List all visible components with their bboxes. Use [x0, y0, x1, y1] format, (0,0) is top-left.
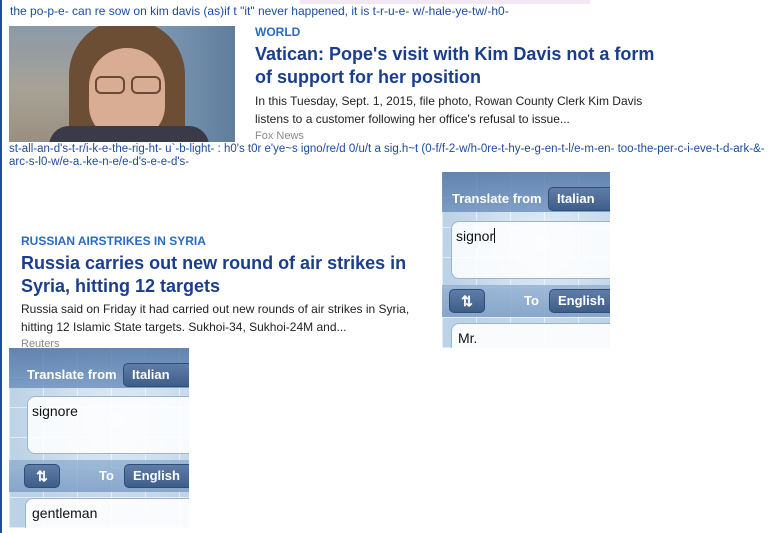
- translation-output: gentleman: [25, 498, 189, 528]
- photo-glasses-right: [131, 76, 161, 94]
- source-text-input[interactable]: signor: [451, 221, 610, 279]
- left-border: [0, 0, 2, 533]
- swap-arrows-icon: ⇅: [36, 468, 48, 484]
- article1-kicker[interactable]: WORLD: [255, 25, 300, 39]
- article2-summary: Russia said on Friday it had carried out…: [21, 302, 410, 334]
- swap-languages-button[interactable]: ⇅: [449, 289, 485, 313]
- translation-output: Mr.: [451, 323, 610, 348]
- source-text-value: signore: [32, 403, 78, 419]
- source-text-input[interactable]: signore: [27, 396, 189, 454]
- to-language-select[interactable]: English: [124, 464, 189, 488]
- translate-to-label: To: [99, 468, 114, 483]
- article1-summary: In this Tuesday, Sept. 1, 2015, file pho…: [255, 94, 643, 126]
- source-text-value: signor: [456, 228, 495, 244]
- photo-glasses-left: [95, 76, 125, 94]
- article1-source: Fox News: [255, 130, 304, 142]
- translate-to-label: To: [524, 293, 539, 308]
- article-photo[interactable]: [9, 26, 235, 142]
- to-language-select[interactable]: English: [549, 289, 610, 313]
- tagline-text: the po-p-e- can re sow on kim davis (as)…: [10, 4, 509, 18]
- article2-kicker[interactable]: RUSSIAN AIRSTRIKES IN SYRIA: [21, 234, 206, 248]
- article2-headline[interactable]: Russia carries out new round of air stri…: [21, 252, 441, 298]
- swap-arrows-icon: ⇅: [461, 293, 473, 309]
- from-language-select[interactable]: Italian: [123, 363, 189, 387]
- translate-from-label: Translate from: [452, 191, 542, 206]
- text-cursor: [494, 228, 496, 243]
- swap-languages-button[interactable]: ⇅: [24, 464, 60, 488]
- photo-shirt: [49, 126, 209, 142]
- article1-headline[interactable]: Vatican: Pope's visit with Kim Davis not…: [255, 43, 675, 89]
- translator-widget-top: Translate from Italian signor ⇅ To Engli…: [442, 172, 610, 348]
- translator-widget-bottom: Translate from Italian signore ⇅ To Engl…: [9, 348, 189, 528]
- long-tagline-text: st-all-an-d's-t-r/i-k-e-the-rig-ht- u`-b…: [9, 143, 765, 168]
- from-language-select[interactable]: Italian: [548, 187, 610, 211]
- translate-from-label: Translate from: [27, 367, 117, 382]
